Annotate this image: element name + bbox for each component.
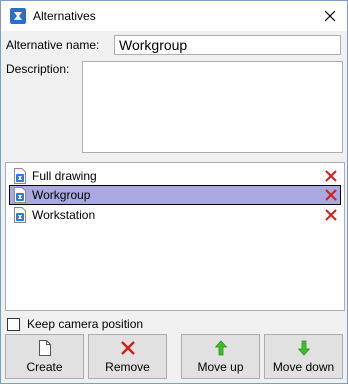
close-icon	[324, 10, 336, 22]
title-bar: Alternatives	[1, 1, 347, 31]
alternatives-list[interactable]: Full drawing Workgroup Workstation	[5, 162, 345, 311]
alternative-name-input[interactable]: Workgroup	[114, 35, 341, 55]
remove-button-label: Remove	[105, 360, 150, 374]
close-button[interactable]	[313, 1, 347, 31]
drawing-document-icon	[14, 207, 26, 223]
description-textarea[interactable]	[82, 61, 343, 153]
arrow-up-icon	[214, 340, 227, 359]
remove-button[interactable]: Remove	[88, 334, 167, 379]
description-label: Description:	[6, 62, 70, 76]
drawing-document-icon	[14, 168, 26, 184]
move-up-button[interactable]: Move up	[181, 334, 260, 379]
list-item-label: Full drawing	[32, 169, 97, 183]
arrow-down-icon	[297, 340, 310, 359]
move-down-button[interactable]: Move down	[264, 334, 343, 379]
move-down-button-label: Move down	[272, 360, 335, 374]
alternative-name-label: Alternative name:	[6, 38, 100, 52]
list-item[interactable]: Workgroup	[9, 185, 341, 205]
keep-camera-checkbox[interactable]	[7, 318, 20, 331]
list-item[interactable]: Workstation	[9, 205, 341, 225]
delete-x-icon[interactable]	[325, 189, 337, 201]
drawing-document-icon	[14, 187, 26, 203]
list-item[interactable]: Full drawing	[9, 166, 341, 186]
remove-x-icon	[120, 340, 136, 359]
alternatives-dialog: Alternatives Alternative name: Workgroup…	[0, 0, 348, 384]
new-document-icon	[38, 340, 51, 359]
keep-camera-label: Keep camera position	[27, 317, 144, 331]
delete-x-icon[interactable]	[325, 209, 337, 221]
window-title: Alternatives	[33, 9, 96, 23]
list-item-label: Workgroup	[32, 188, 91, 202]
move-up-button-label: Move up	[197, 360, 244, 374]
create-button-label: Create	[26, 360, 63, 374]
list-item-label: Workstation	[32, 208, 96, 222]
create-button[interactable]: Create	[5, 334, 84, 379]
delete-x-icon[interactable]	[325, 170, 337, 182]
app-logo-icon	[9, 7, 27, 25]
